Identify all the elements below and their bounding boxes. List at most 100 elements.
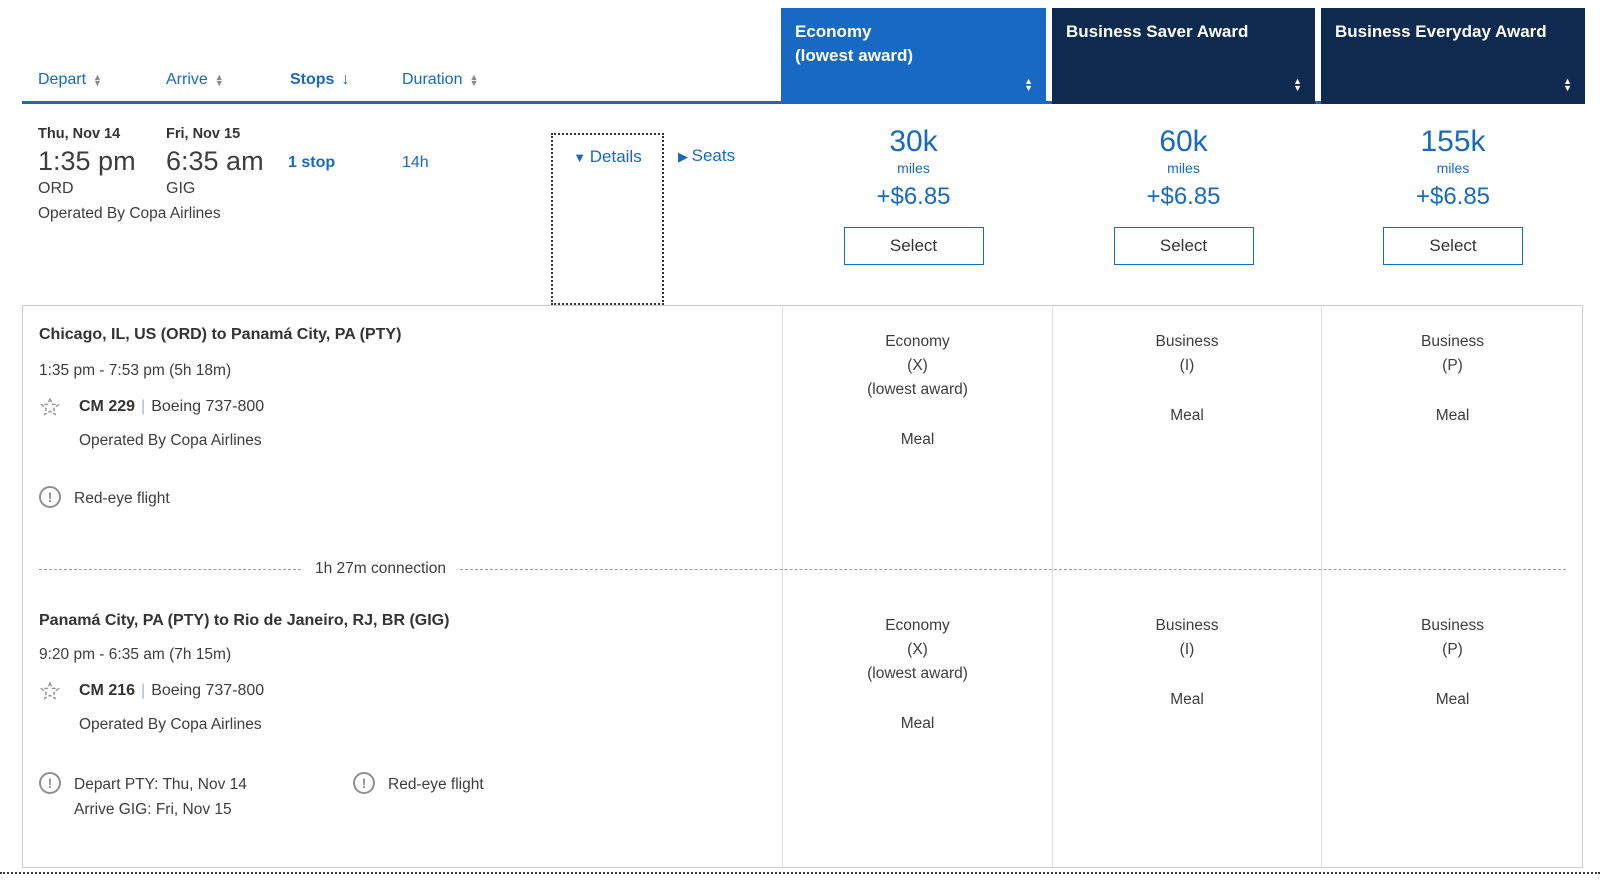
cabin-class: Business	[1155, 617, 1219, 634]
sort-duration[interactable]: Duration	[402, 71, 478, 89]
sort-desc-icon	[341, 71, 349, 89]
select-business-everyday-button[interactable]: Select	[1383, 227, 1523, 265]
meal-label: Meal	[900, 715, 935, 732]
fare-cell-economy: 30k miles +$6.85 Select	[781, 124, 1046, 265]
meal-label: Meal	[900, 431, 935, 448]
departure-info: Thu, Nov 14 1:35 pm ORD	[38, 126, 136, 198]
sort-both-icon	[469, 74, 478, 86]
column-header-business-saver-line1: Business Saver Award	[1066, 22, 1249, 41]
duration-value: 14h	[402, 154, 429, 171]
cabin-code: (P)	[1442, 641, 1463, 658]
segment2-times: 9:20 pm - 6:35 am (7h 15m)	[39, 646, 232, 663]
business-everyday-miles: 155k	[1420, 125, 1486, 158]
details-focus-outline: Details	[551, 133, 664, 305]
sort-arrive[interactable]: Arrive	[166, 71, 224, 89]
warning-text-line2: Arrive GIG: Fri, Nov 15	[74, 801, 232, 818]
warning-text-line1: Depart PTY: Thu, Nov 14	[74, 776, 247, 793]
fare-cell-business-everyday: 155k miles +$6.85 Select	[1321, 124, 1585, 265]
separator: |	[141, 398, 146, 415]
select-business-saver-button[interactable]: Select	[1113, 227, 1254, 265]
segment1-flight-line: CM 229 | Boeing 737-800	[79, 398, 264, 416]
segment2-operated-by: Operated By Copa Airlines	[79, 716, 262, 733]
results-header-bar: Depart Arrive Stops Duration Economy (lo…	[22, 0, 1585, 104]
segment1-cabin-business-p: Business (P) Meal	[1322, 330, 1583, 428]
warning-icon	[39, 486, 61, 508]
select-economy-button[interactable]: Select	[843, 227, 984, 265]
segment1-cabin-economy: Economy (X) (lowest award) Meal	[783, 330, 1052, 452]
sort-arrive-label: Arrive	[166, 71, 208, 88]
economy-miles-unit: miles	[897, 160, 930, 176]
warning-text: Red-eye flight	[74, 490, 170, 507]
segment1-times: 1:35 pm - 7:53 pm (5h 18m)	[39, 362, 232, 379]
segment1-cabin-business-i: Business (I) Meal	[1053, 330, 1321, 428]
cabin-note: (lowest award)	[867, 381, 968, 398]
segment1-aircraft: Boeing 737-800	[151, 398, 265, 415]
meal-label: Meal	[1170, 407, 1204, 424]
business-saver-miles: 60k	[1159, 125, 1208, 158]
fare-cell-business-saver: 60k miles +$6.85 Select	[1052, 124, 1315, 265]
segment2-aircraft: Boeing 737-800	[151, 682, 265, 699]
segment2-route: Panamá City, PA (PTY) to Rio de Janeiro,…	[39, 612, 450, 629]
sort-depart[interactable]: Depart	[38, 71, 102, 89]
connection-dash	[459, 568, 1566, 570]
cabin-code: (X)	[907, 641, 928, 658]
segment1-route: Chicago, IL, US (ORD) to Panamá City, PA…	[39, 326, 402, 343]
bottom-dotted-separator	[0, 872, 1600, 874]
column-header-business-everyday-line1: Business Everyday Award	[1335, 22, 1547, 41]
sort-both-icon	[93, 74, 102, 86]
economy-fees: +$6.85	[876, 183, 951, 210]
arrive-airport-code: GIG	[166, 180, 196, 197]
cabin-class: Business	[1421, 333, 1484, 350]
depart-airport-code: ORD	[38, 180, 74, 197]
cabin-class: Business	[1155, 333, 1219, 350]
meal-label: Meal	[1435, 691, 1470, 708]
meal-label: Meal	[1435, 407, 1470, 424]
depart-date: Thu, Nov 14	[38, 126, 121, 142]
seats-link[interactable]: Seats	[678, 146, 735, 166]
column-header-business-everyday[interactable]: Business Everyday Award	[1321, 8, 1585, 104]
separator: |	[141, 682, 146, 699]
column-header-economy-line1: Economy	[795, 22, 872, 41]
segment2-cabin-business-i: Business (I) Meal	[1053, 614, 1321, 712]
cabin-code: (I)	[1179, 641, 1195, 658]
airline-star-icon	[39, 397, 61, 416]
segment2-warning-dates: Depart PTY: Thu, Nov 14 Arrive GIG: Fri,…	[39, 772, 247, 822]
cabin-class: Business	[1421, 617, 1484, 634]
segment2-warning-redeye: Red-eye flight	[353, 772, 484, 797]
arrive-time: 6:35 am	[166, 146, 264, 176]
sort-depart-label: Depart	[38, 71, 87, 88]
column-header-economy-line2: (lowest award)	[795, 46, 914, 65]
stops-link[interactable]: 1 stop	[288, 154, 335, 172]
sort-both-icon	[1024, 78, 1033, 92]
column-header-economy[interactable]: Economy (lowest award)	[781, 8, 1046, 104]
details-toggle[interactable]: Details	[553, 147, 662, 167]
connection-duration: 1h 27m connection	[315, 560, 446, 577]
warning-text: Red-eye flight	[388, 776, 484, 793]
cabin-class: Economy	[885, 333, 950, 350]
connection-row: 1h 27m connection	[39, 556, 1566, 582]
segment1-operated-by: Operated By Copa Airlines	[79, 432, 262, 449]
warning-icon	[39, 772, 61, 794]
business-saver-miles-unit: miles	[1167, 160, 1200, 176]
sort-stops[interactable]: Stops	[290, 71, 349, 89]
connection-dash	[39, 568, 301, 570]
sort-duration-label: Duration	[402, 71, 463, 88]
business-everyday-miles-unit: miles	[1436, 160, 1470, 176]
arrive-date: Fri, Nov 15	[166, 126, 241, 142]
cabin-code: (P)	[1442, 357, 1463, 374]
operated-by-text: Operated By Copa Airlines	[38, 205, 221, 222]
sort-both-icon	[1563, 78, 1572, 92]
segment1-warning-redeye: Red-eye flight	[39, 486, 170, 511]
arrival-info: Fri, Nov 15 6:35 am GIG	[166, 126, 264, 198]
cabin-class: Economy	[885, 617, 950, 634]
cabin-code: (I)	[1179, 357, 1195, 374]
column-header-business-saver[interactable]: Business Saver Award	[1052, 8, 1315, 104]
segment1-flight-number: CM 229	[79, 398, 136, 415]
segment2-flight-number: CM 216	[79, 682, 136, 699]
segment2-cabin-economy: Economy (X) (lowest award) Meal	[783, 614, 1052, 736]
sort-stops-label: Stops	[290, 71, 335, 88]
airline-star-icon	[39, 681, 61, 700]
award-search-results: Depart Arrive Stops Duration Economy (lo…	[0, 0, 1600, 889]
sort-both-icon	[1293, 78, 1302, 92]
business-everyday-fees: +$6.85	[1415, 183, 1491, 210]
